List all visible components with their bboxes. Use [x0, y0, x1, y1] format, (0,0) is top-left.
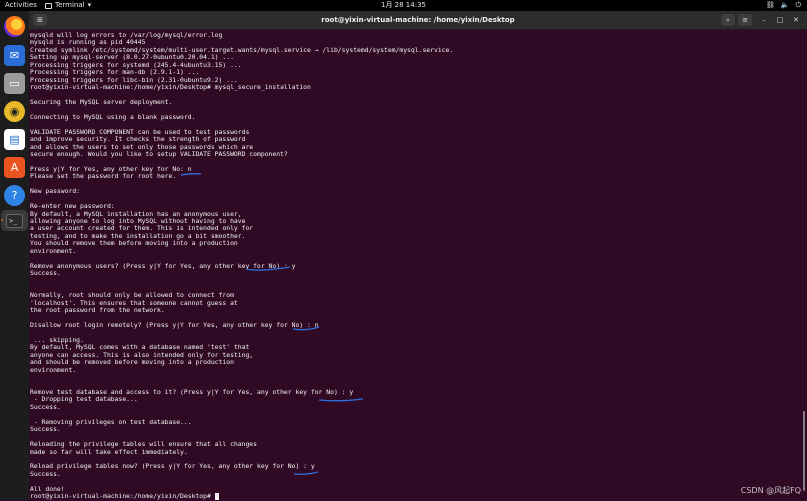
prompt-line[interactable]: root@yixin-virtual-machine:/home/yixin/D… — [30, 492, 453, 501]
terminal-line: environment. — [30, 365, 77, 374]
clock[interactable]: 1月 28 14:35 — [0, 0, 807, 11]
window-title: root@yixin-virtual-machine: /home/yixin/… — [321, 16, 515, 24]
watermark: CSDN @风起FQ — [740, 486, 801, 495]
terminal-line: Disallow root login remotely? (Press y|Y… — [30, 321, 319, 330]
network-icon[interactable]: ⛓ — [766, 0, 775, 11]
terminal-line: Success. — [30, 402, 61, 411]
terminal-line: made so far will take effect immediately… — [30, 447, 188, 456]
terminal-line: New password: — [30, 187, 81, 196]
terminal-icon: >_ — [6, 213, 23, 228]
terminal-line: - Dropping test database... — [30, 395, 138, 404]
minimize-icon: – — [762, 16, 766, 24]
title-bar[interactable]: ⊞ root@yixin-virtual-machine: /home/yixi… — [29, 11, 807, 30]
mail-icon[interactable]: ✉ — [4, 45, 25, 66]
files-icon[interactable]: ▭ — [4, 73, 25, 94]
terminal-line: Success. — [30, 469, 61, 478]
maximize-icon: □ — [776, 16, 784, 24]
terminal-line: environment. — [30, 246, 77, 255]
terminal-output[interactable]: mysqld will log errors to /var/log/mysql… — [30, 31, 453, 501]
terminal-line: Reload privilege tables now? (Press y|Y … — [30, 462, 315, 471]
scrollbar[interactable] — [803, 411, 805, 491]
search-button[interactable]: ⌕ — [721, 14, 735, 26]
maximize-button[interactable]: □ — [773, 14, 787, 26]
terminal-line: Please set the password for root here. — [30, 172, 177, 181]
terminal-line: and should be removed before moving into… — [30, 358, 234, 367]
minimize-button[interactable]: – — [757, 14, 771, 26]
terminal-line: Remove anonymous users? (Press y|Y for Y… — [30, 261, 296, 270]
dock: ✉ ▭ ◉ ▤ A ? >_ — [0, 11, 29, 500]
firefox-icon[interactable] — [4, 16, 25, 37]
software-icon[interactable]: A — [4, 157, 25, 178]
terminal-line: Connecting to MySQL using a blank passwo… — [30, 112, 196, 121]
terminal-line: root@yixin-virtual-machine:/home/yixin/D… — [30, 83, 311, 92]
shell-prompt: root@yixin-virtual-machine:/home/yixin/D… — [30, 492, 215, 501]
text-cursor — [214, 493, 219, 501]
terminal-line: You should remove them before moving int… — [30, 239, 238, 248]
close-button[interactable]: ✕ — [789, 14, 803, 26]
hamburger-menu-icon: ≡ — [742, 16, 748, 24]
rhythmbox-icon[interactable]: ◉ — [4, 101, 25, 122]
terminal-window[interactable]: ⊞ root@yixin-virtual-machine: /home/yixi… — [29, 11, 807, 501]
search-icon: ⌕ — [726, 16, 730, 24]
system-tray[interactable]: ⛓ 🔈 ⏻ — [766, 0, 801, 11]
terminal-line: Securing the MySQL server deployment. — [30, 97, 173, 106]
power-icon[interactable]: ⏻ — [795, 0, 801, 11]
help-icon[interactable]: ? — [4, 185, 25, 206]
close-icon: ✕ — [793, 16, 799, 24]
top-bar: Activities Terminal ▾ 1月 28 14:35 ⛓ 🔈 ⏻ — [0, 0, 807, 11]
terminal-line: - Removing privileges on test database..… — [30, 417, 192, 426]
volume-icon[interactable]: 🔈 — [781, 0, 790, 11]
terminal-line: Success. — [30, 425, 61, 434]
writer-icon[interactable]: ▤ — [4, 129, 25, 150]
terminal-line: the root password from the network. — [30, 306, 165, 315]
terminal-line: secure enough. Would you like to setup V… — [30, 150, 288, 158]
terminal-line: Success. — [30, 269, 61, 277]
terminal-dock-button[interactable]: >_ — [1, 210, 28, 231]
running-indicator — [1, 219, 3, 221]
menu-button[interactable]: ≡ — [738, 14, 752, 26]
